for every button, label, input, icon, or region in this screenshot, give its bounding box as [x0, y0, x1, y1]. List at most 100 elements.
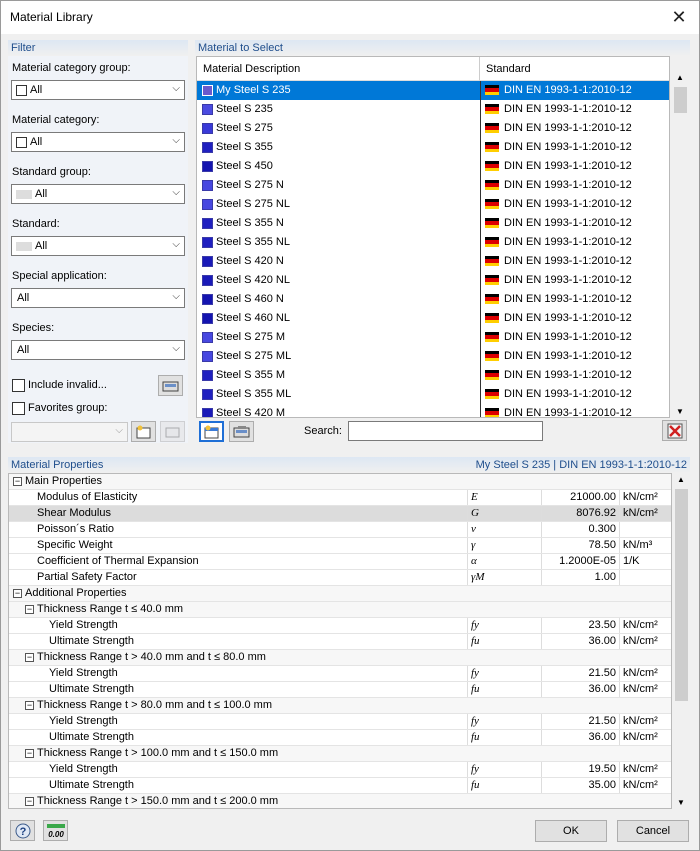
material-color-swatch: [202, 161, 213, 172]
property-value[interactable]: 21.50: [541, 666, 619, 681]
collapse-toggle-icon[interactable]: −: [25, 653, 34, 662]
material-row[interactable]: Steel S 275 ML DIN EN 1993-1-1:2010-12: [197, 347, 669, 366]
property-value[interactable]: 19.50: [541, 762, 619, 777]
property-group-row[interactable]: − Thickness Range t ≤ 40.0 mm: [9, 602, 671, 618]
scroll-up-icon[interactable]: ▲: [676, 73, 684, 82]
col-header-standard[interactable]: Standard: [480, 57, 669, 81]
material-row[interactable]: Steel S 450 DIN EN 1993-1-1:2010-12: [197, 157, 669, 176]
close-icon[interactable]: ✕: [665, 4, 693, 30]
collapse-toggle-icon[interactable]: −: [25, 749, 34, 758]
property-row[interactable]: Ultimate Strength fu 36.00 kN/cm²: [9, 634, 671, 650]
property-row[interactable]: Yield Strength fy 21.50 kN/cm²: [9, 714, 671, 730]
german-flag-icon: [485, 275, 499, 285]
material-row[interactable]: Steel S 235 DIN EN 1993-1-1:2010-12: [197, 100, 669, 119]
prop-scroll-down-icon[interactable]: ▼: [677, 798, 685, 807]
property-row[interactable]: Poisson´s Ratio ν 0.300: [9, 522, 671, 538]
filter-dropdown[interactable]: All ⌵: [11, 236, 185, 256]
edit-favorites-button[interactable]: [160, 421, 185, 442]
property-value[interactable]: 36.00: [541, 634, 619, 649]
collapse-toggle-icon[interactable]: −: [25, 701, 34, 710]
include-invalid-checkbox[interactable]: [12, 379, 25, 392]
property-value[interactable]: 78.50: [541, 538, 619, 553]
filter-dropdown[interactable]: All ⌵: [11, 340, 185, 360]
units-button[interactable]: 0.00: [43, 820, 68, 841]
filter-dropdown[interactable]: All ⌵: [11, 288, 185, 308]
material-row[interactable]: Steel S 355 N DIN EN 1993-1-1:2010-12: [197, 214, 669, 233]
property-label: Poisson´s Ratio: [37, 523, 115, 535]
material-row[interactable]: Steel S 355 NL DIN EN 1993-1-1:2010-12: [197, 233, 669, 252]
property-symbol: fy: [471, 715, 479, 727]
properties-scrollbar[interactable]: ▲ ▼: [673, 473, 690, 809]
property-row[interactable]: Ultimate Strength fu 35.00 kN/cm²: [9, 778, 671, 794]
collapse-toggle-icon[interactable]: −: [13, 589, 22, 598]
property-row[interactable]: Modulus of Elasticity E 21000.00 kN/cm²: [9, 490, 671, 506]
material-list-scrollbar[interactable]: ▲ ▼: [672, 71, 689, 418]
favorites-dropdown[interactable]: ⌵: [11, 422, 128, 442]
property-row[interactable]: Yield Strength fy 23.50 kN/cm²: [9, 618, 671, 634]
scroll-thumb[interactable]: [674, 87, 687, 113]
property-group-row[interactable]: − Thickness Range t > 150.0 mm and t ≤ 2…: [9, 794, 671, 808]
prop-scroll-up-icon[interactable]: ▲: [677, 475, 685, 484]
property-row[interactable]: Ultimate Strength fu 36.00 kN/cm²: [9, 682, 671, 698]
property-value[interactable]: 23.50: [541, 618, 619, 633]
german-flag-icon: [485, 256, 499, 266]
filter-dropdown[interactable]: All ⌵: [11, 184, 185, 204]
property-value[interactable]: 35.00: [541, 778, 619, 793]
column-divider: [480, 81, 481, 417]
material-description: Steel S 235: [216, 103, 273, 115]
property-row[interactable]: Coefficient of Thermal Expansion α 1.200…: [9, 554, 671, 570]
help-button[interactable]: ?: [10, 820, 35, 841]
property-value[interactable]: 21.50: [541, 714, 619, 729]
favorites-checkbox[interactable]: [12, 402, 25, 415]
property-value[interactable]: 21000.00: [541, 490, 619, 505]
material-row[interactable]: Steel S 420 M DIN EN 1993-1-1:2010-12: [197, 404, 669, 417]
filter-dropdown[interactable]: All ⌵: [11, 80, 185, 100]
property-value[interactable]: 1.2000E-05: [541, 554, 619, 569]
property-value[interactable]: 36.00: [541, 682, 619, 697]
property-row[interactable]: Yield Strength fy 21.50 kN/cm²: [9, 666, 671, 682]
cancel-button[interactable]: Cancel: [617, 820, 689, 842]
ok-button[interactable]: OK: [535, 820, 607, 842]
property-value[interactable]: 8076.92: [541, 506, 619, 521]
material-color-swatch: [202, 218, 213, 229]
filter-dropdown[interactable]: All ⌵: [11, 132, 185, 152]
delete-material-button[interactable]: [662, 420, 687, 441]
collapse-toggle-icon[interactable]: −: [13, 477, 22, 486]
property-row[interactable]: Ultimate Strength fu 36.00 kN/cm²: [9, 730, 671, 746]
collapse-toggle-icon[interactable]: −: [25, 797, 34, 806]
property-group-row[interactable]: − Additional Properties: [9, 586, 671, 602]
edit-material-button[interactable]: [229, 421, 254, 442]
col-header-description[interactable]: Material Description: [197, 57, 480, 81]
property-group-row[interactable]: − Thickness Range t > 80.0 mm and t ≤ 10…: [9, 698, 671, 714]
property-row[interactable]: Yield Strength fy 19.50 kN/cm²: [9, 762, 671, 778]
property-group-row[interactable]: − Thickness Range t > 100.0 mm and t ≤ 1…: [9, 746, 671, 762]
property-value[interactable]: 36.00: [541, 730, 619, 745]
material-row[interactable]: Steel S 460 N DIN EN 1993-1-1:2010-12: [197, 290, 669, 309]
prop-scroll-thumb[interactable]: [675, 489, 688, 701]
chevron-down-icon: ⌵: [172, 135, 180, 146]
collapse-toggle-icon[interactable]: −: [25, 605, 34, 614]
material-row[interactable]: Steel S 355 M DIN EN 1993-1-1:2010-12: [197, 366, 669, 385]
new-material-button[interactable]: [199, 421, 224, 442]
material-row[interactable]: Steel S 420 NL DIN EN 1993-1-1:2010-12: [197, 271, 669, 290]
material-row[interactable]: Steel S 275 M DIN EN 1993-1-1:2010-12: [197, 328, 669, 347]
property-row[interactable]: Partial Safety Factor γM 1.00: [9, 570, 671, 586]
scroll-down-icon[interactable]: ▼: [676, 407, 684, 416]
material-row[interactable]: Steel S 275 DIN EN 1993-1-1:2010-12: [197, 119, 669, 138]
material-row[interactable]: Steel S 355 ML DIN EN 1993-1-1:2010-12: [197, 385, 669, 404]
property-group-row[interactable]: − Main Properties: [9, 474, 671, 490]
property-value[interactable]: 0.300: [541, 522, 619, 537]
property-row[interactable]: Specific Weight γ 78.50 kN/m³: [9, 538, 671, 554]
material-row[interactable]: Steel S 460 NL DIN EN 1993-1-1:2010-12: [197, 309, 669, 328]
material-row[interactable]: Steel S 355 DIN EN 1993-1-1:2010-12: [197, 138, 669, 157]
search-input[interactable]: [348, 421, 543, 441]
property-value[interactable]: 1.00: [541, 570, 619, 585]
filter-library-button[interactable]: [158, 375, 183, 396]
material-row[interactable]: Steel S 275 NL DIN EN 1993-1-1:2010-12: [197, 195, 669, 214]
material-row[interactable]: Steel S 420 N DIN EN 1993-1-1:2010-12: [197, 252, 669, 271]
property-group-row[interactable]: − Thickness Range t > 40.0 mm and t ≤ 80…: [9, 650, 671, 666]
property-row[interactable]: Shear Modulus G 8076.92 kN/cm²: [9, 506, 671, 522]
material-row[interactable]: My Steel S 235 DIN EN 1993-1-1:2010-12: [197, 81, 669, 100]
material-row[interactable]: Steel S 275 N DIN EN 1993-1-1:2010-12: [197, 176, 669, 195]
new-favorites-button[interactable]: [131, 421, 156, 442]
